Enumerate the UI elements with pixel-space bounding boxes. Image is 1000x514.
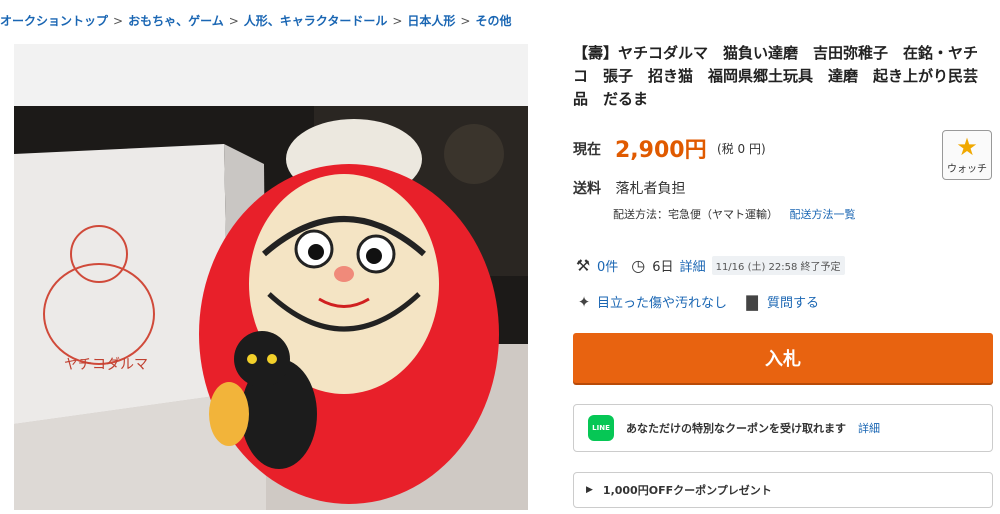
time-left: 6日 xyxy=(652,260,674,275)
chat-bubble-icon: ▇ xyxy=(746,292,758,311)
ask-question-link[interactable]: 質問する xyxy=(767,292,819,311)
breadcrumb-separator: > xyxy=(228,14,239,28)
item-title: 【壽】ヤチコダルマ 猫負い達磨 吉田弥稚子 在銘・ヤチコ 張子 招き猫 福岡県郷… xyxy=(573,44,979,108)
breadcrumb-separator: > xyxy=(460,14,471,28)
gavel-icon: ⚒ xyxy=(575,256,591,275)
breadcrumb: オークショントップ > おもちゃ、ゲーム > 人形、キャラクタードール > 日本人形 > その他 xyxy=(0,12,511,29)
shipping-label: 送料 xyxy=(573,181,601,197)
bid-count[interactable]: 0件 xyxy=(597,256,618,275)
bid-status-row: ⚒ 0件 ◷ 6日 詳細 11/16 (土) 22:58 終了予定 xyxy=(573,256,845,275)
breadcrumb-other[interactable]: その他 xyxy=(475,14,511,28)
sparkle-icon: ✦ xyxy=(577,292,591,311)
star-icon: ★ xyxy=(956,133,978,161)
end-time-badge: 11/16 (土) 22:58 終了予定 xyxy=(711,256,845,275)
line-icon: LINE xyxy=(588,415,614,441)
breadcrumb-separator: > xyxy=(113,14,124,28)
shipping-method-list-link[interactable]: 配送方法一覧 xyxy=(790,208,856,221)
price-row: 現在 2,900円 (税 0 円) ★ ウォッチ xyxy=(573,130,993,184)
breadcrumb-auction-top[interactable]: オークショントップ xyxy=(0,14,108,28)
box-text: ヤチコダルマ xyxy=(64,357,148,373)
coupon-text: あなただけの特別なクーポンを受け取れます xyxy=(626,422,846,435)
clock-icon: ◷ xyxy=(631,256,646,275)
breadcrumb-dolls-character[interactable]: 人形、キャラクタードール xyxy=(244,14,388,28)
shipping-method-row: 配送方法：宅急便（ヤマト運輸） 配送方法一覧 xyxy=(613,206,856,222)
shipping-row: 送料 落札者負担 xyxy=(573,178,685,198)
shipping-method: 配送方法：宅急便（ヤマト運輸） xyxy=(613,208,778,221)
bid-button[interactable]: 入札 xyxy=(573,333,993,383)
watch-button[interactable]: ★ ウォッチ xyxy=(942,130,992,180)
price-label: 現在 xyxy=(573,142,601,158)
breadcrumb-toys-games[interactable]: おもちゃ、ゲーム xyxy=(128,14,224,28)
coupon-detail-link[interactable]: 詳細 xyxy=(858,420,880,436)
breadcrumb-japanese-dolls[interactable]: 日本人形 xyxy=(407,14,455,28)
condition-row: ✦ 目立った傷や汚れなし ▇ 質問する xyxy=(573,292,819,312)
coupon-present-toggle[interactable]: ▶ 1,000円OFFクーポンプレゼント xyxy=(573,472,993,508)
time-detail-link[interactable]: 詳細 xyxy=(680,256,706,275)
price-tax: (税 0 円) xyxy=(717,142,766,156)
triangle-right-icon: ▶ xyxy=(586,485,593,495)
condition-text[interactable]: 目立った傷や汚れなし xyxy=(597,292,727,311)
line-coupon-banner[interactable]: LINE あなただけの特別なクーポンを受け取れます 詳細 xyxy=(573,404,993,452)
present-text: 1,000円OFFクーポンプレゼント xyxy=(602,484,772,497)
daruma-photo: ヤチコダルマ xyxy=(14,44,528,510)
product-image[interactable]: ヤチコダルマ xyxy=(14,44,528,510)
breadcrumb-separator: > xyxy=(392,14,403,28)
watch-label: ウォッチ xyxy=(947,164,987,175)
item-info-panel: 【壽】ヤチコダルマ 猫負い達磨 吉田弥稚子 在銘・ヤチコ 張子 招き猫 福岡県郷… xyxy=(573,42,993,508)
shipping-value: 落札者負担 xyxy=(615,181,686,197)
current-price: 2,900円 xyxy=(615,138,707,163)
